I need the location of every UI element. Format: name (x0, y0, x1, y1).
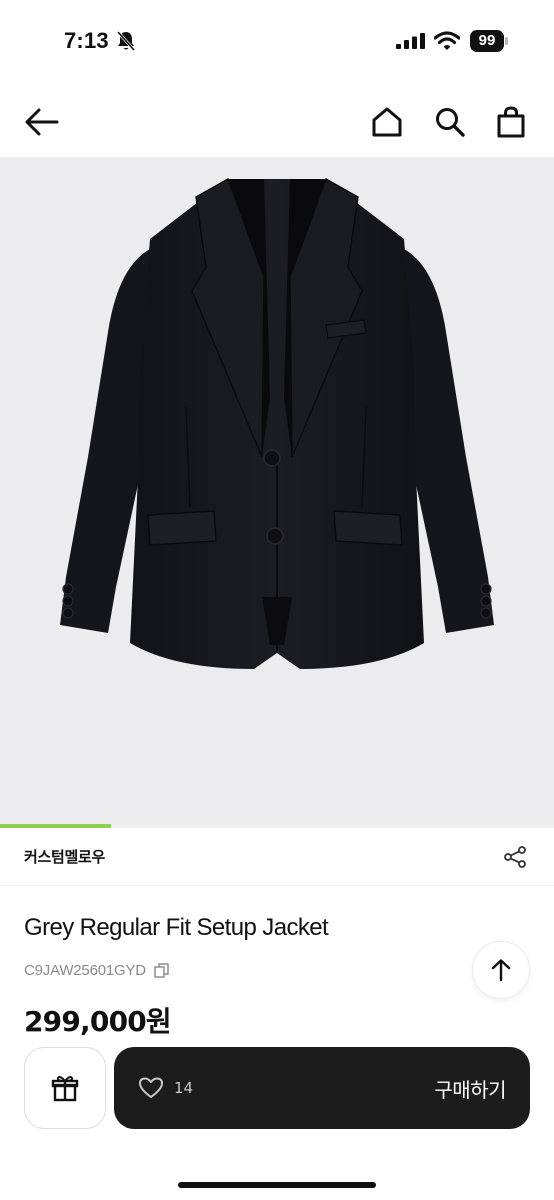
product-image[interactable] (0, 157, 554, 824)
black-blazer-jacket-image (60, 177, 494, 669)
shopping-bag-icon (497, 106, 525, 138)
gift-button[interactable] (24, 1047, 106, 1129)
status-bar: 7:13 99 (0, 0, 554, 84)
scroll-to-top-button[interactable] (472, 941, 530, 999)
battery-icon: 99 (470, 30, 510, 52)
sku-row: C9JAW25601GYD (24, 962, 170, 979)
cellular-signal-icon (396, 33, 425, 49)
battery-level: 99 (470, 30, 504, 52)
battery-cap (505, 37, 508, 45)
product-detail-page: 7:13 99 커스텀멜로우 Grey Regular Fit Setup Ja… (0, 0, 554, 1200)
search-icon (436, 108, 465, 137)
back-button[interactable] (22, 102, 62, 142)
cart-button[interactable] (491, 102, 531, 142)
share-icon (504, 846, 526, 868)
status-time: 7:13 (64, 28, 109, 53)
nav-bar (0, 84, 554, 157)
gift-icon (51, 1076, 79, 1102)
wifi-icon (434, 31, 460, 50)
copy-sku-button[interactable] (154, 963, 170, 979)
back-arrow-icon (25, 108, 59, 136)
arrow-up-icon (491, 959, 511, 982)
buy-bar: 14 구매하기 (114, 1047, 530, 1129)
like-count: 14 (174, 1079, 194, 1097)
like-button[interactable]: 14 (138, 1071, 193, 1105)
heart-icon (139, 1077, 163, 1098)
copy-icon (154, 963, 170, 978)
search-button[interactable] (430, 102, 470, 142)
bell-slash-icon (116, 31, 136, 51)
share-button[interactable] (500, 842, 530, 872)
home-icon (372, 107, 402, 137)
brand-row: 커스텀멜로우 (0, 828, 554, 886)
home-button[interactable] (367, 102, 407, 142)
brand-name[interactable]: 커스텀멜로우 (24, 846, 105, 867)
home-indicator (178, 1182, 376, 1188)
product-title: Grey Regular Fit Setup Jacket (24, 914, 329, 941)
product-sku: C9JAW25601GYD (24, 962, 146, 979)
product-price: 299,000원 (24, 1005, 172, 1038)
buy-button[interactable]: 구매하기 (434, 1074, 506, 1103)
